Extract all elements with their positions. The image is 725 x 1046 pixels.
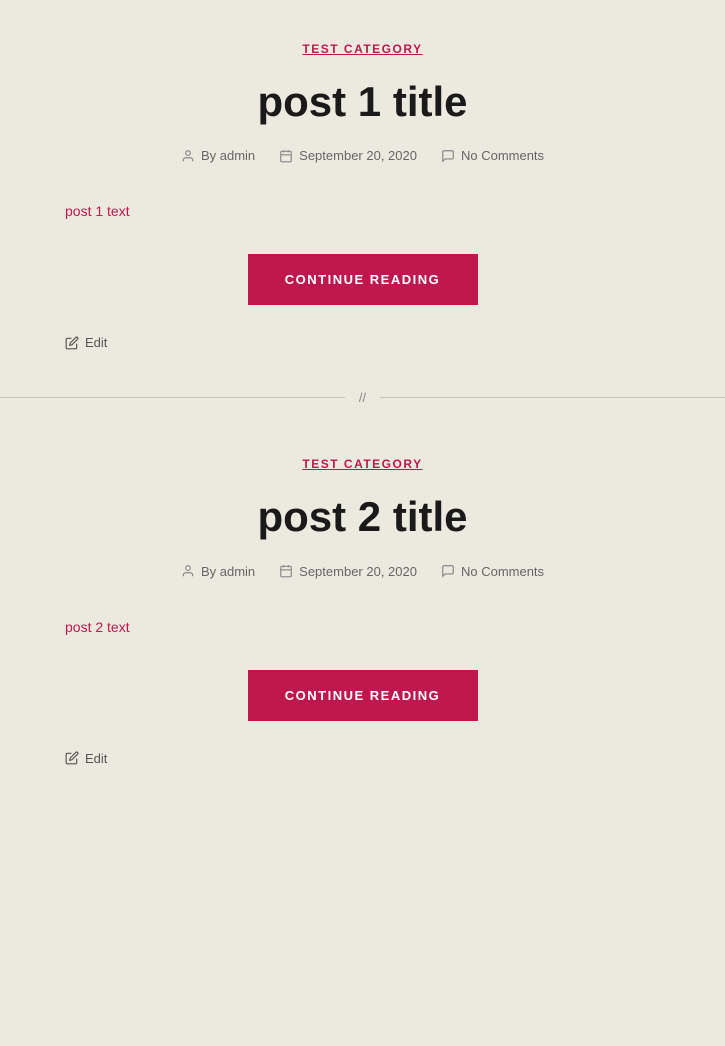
- person-icon: [181, 149, 195, 163]
- post-2-date-text: September 20, 2020: [299, 564, 417, 579]
- post-1-excerpt: post 1 text: [65, 203, 660, 219]
- divider-text: //: [345, 390, 380, 405]
- post-2-comments-text: No Comments: [461, 564, 544, 579]
- post-1-edit[interactable]: Edit: [65, 335, 660, 350]
- divider-line-right: [380, 397, 725, 398]
- post-2-title: post 2 title: [65, 493, 660, 541]
- post-1-edit-label: Edit: [85, 335, 107, 350]
- post-1-continue-button[interactable]: CONTINUE READING: [248, 254, 478, 305]
- comment-icon-2: [441, 564, 455, 578]
- post-1-category-link[interactable]: TEST CATEGORY: [302, 42, 422, 56]
- post-2-continue-button[interactable]: CONTINUE READING: [248, 670, 478, 721]
- post-2-edit-label: Edit: [85, 751, 107, 766]
- page-container: TEST CATEGORY post 1 title By admin Sept…: [0, 0, 725, 796]
- calendar-icon-2: [279, 564, 293, 578]
- post-divider: //: [0, 390, 725, 405]
- edit-icon: [65, 336, 79, 350]
- post-2-author: By admin: [181, 564, 255, 579]
- post-1-author-text: By admin: [201, 148, 255, 163]
- post-1-date: September 20, 2020: [279, 148, 417, 163]
- post-1-comments: No Comments: [441, 148, 544, 163]
- post-1-date-text: September 20, 2020: [299, 148, 417, 163]
- post-2-excerpt: post 2 text: [65, 619, 660, 635]
- post-article-2: TEST CATEGORY post 2 title By admin Sept…: [0, 415, 725, 795]
- post-1-title: post 1 title: [65, 78, 660, 126]
- post-2-edit[interactable]: Edit: [65, 751, 660, 766]
- post-2-date: September 20, 2020: [279, 564, 417, 579]
- post-1-category[interactable]: TEST CATEGORY: [65, 40, 660, 58]
- divider-line-left: [0, 397, 345, 398]
- post-2-author-text: By admin: [201, 564, 255, 579]
- edit-icon-2: [65, 751, 79, 765]
- post-1-author: By admin: [181, 148, 255, 163]
- post-2-meta: By admin September 20, 2020 No Comments: [65, 564, 660, 579]
- comment-icon: [441, 149, 455, 163]
- post-2-category-link[interactable]: TEST CATEGORY: [302, 457, 422, 471]
- person-icon-2: [181, 564, 195, 578]
- post-1-meta: By admin September 20, 2020 No Comments: [65, 148, 660, 163]
- post-article-1: TEST CATEGORY post 1 title By admin Sept…: [0, 0, 725, 380]
- post-1-comments-text: No Comments: [461, 148, 544, 163]
- calendar-icon: [279, 149, 293, 163]
- post-2-comments: No Comments: [441, 564, 544, 579]
- post-2-category[interactable]: TEST CATEGORY: [65, 455, 660, 473]
